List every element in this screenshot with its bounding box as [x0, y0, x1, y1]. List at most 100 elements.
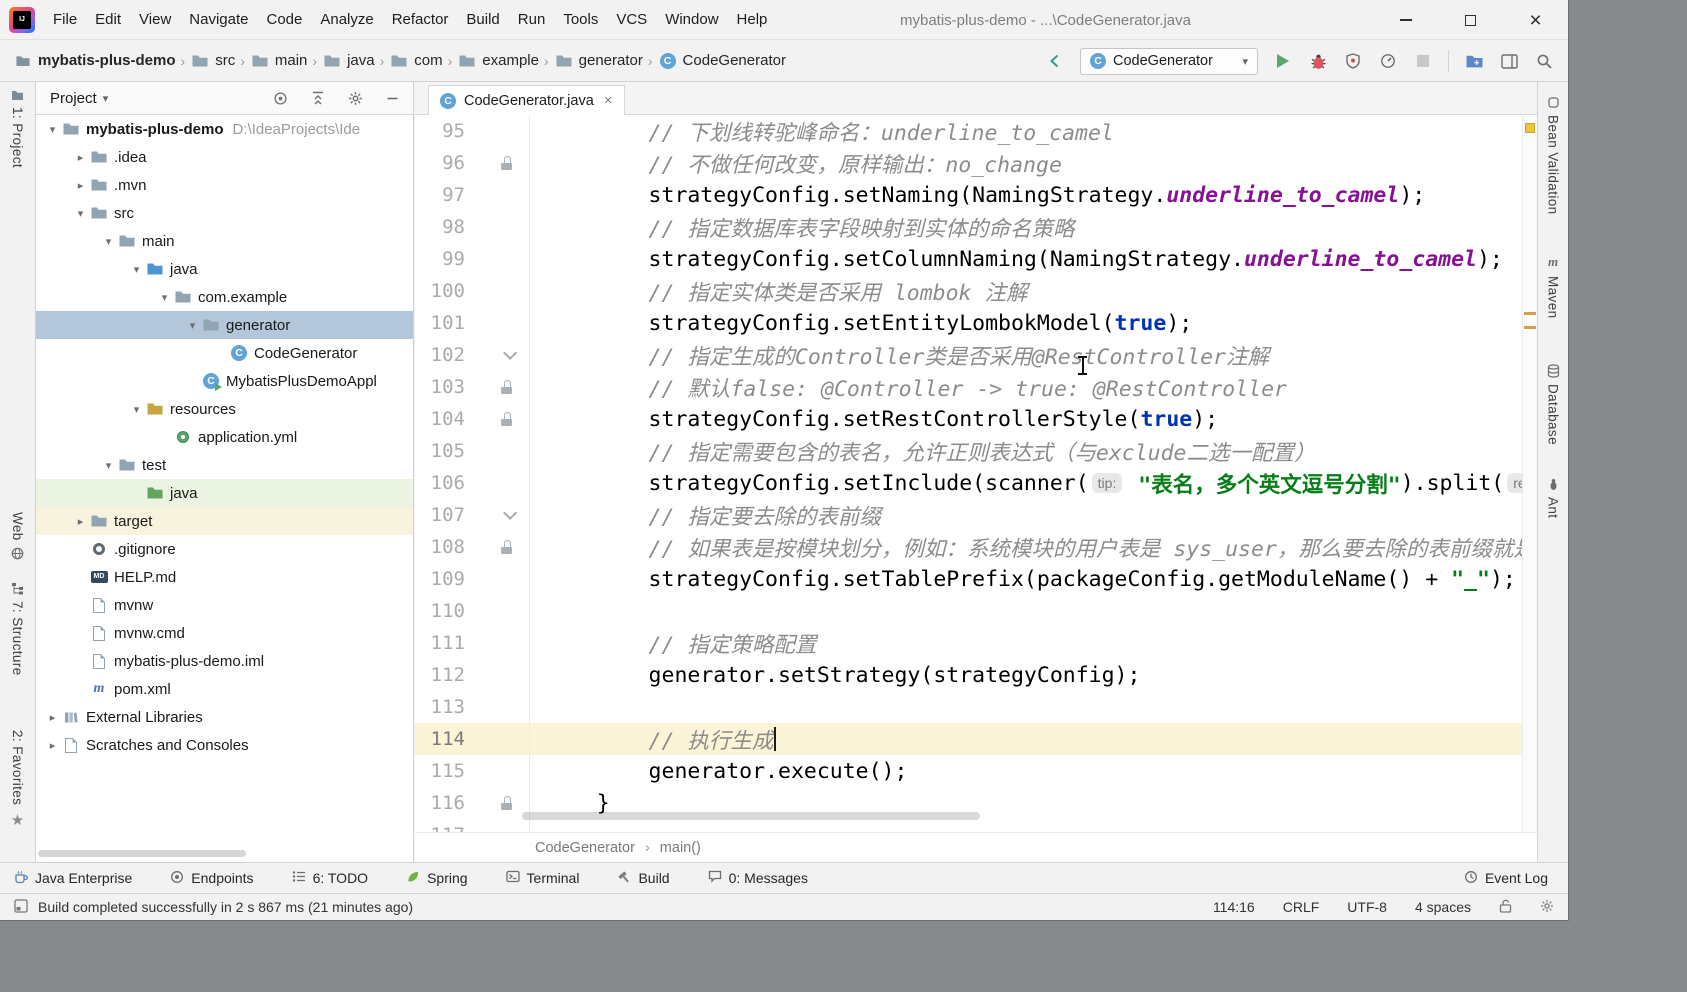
- toolwindow-spring-button[interactable]: Spring: [406, 870, 467, 887]
- toolwindow-favorites-button[interactable]: 2: Favorites ★: [0, 730, 35, 829]
- chevron-collapsed-icon[interactable]: ▸: [44, 711, 61, 724]
- toolwindow-database-button[interactable]: Database: [1538, 364, 1568, 445]
- tree-item-idea[interactable]: ▸.idea: [36, 143, 413, 171]
- chevron-expanded-icon[interactable]: ▾: [156, 291, 173, 304]
- code-line-107[interactable]: 107 // 指定要去除的表前缀: [415, 499, 1522, 531]
- chevron-expanded-icon[interactable]: ▾: [184, 319, 201, 332]
- gutter-fold-area[interactable]: [469, 156, 517, 170]
- nav-crumb-com[interactable]: com: [388, 50, 443, 71]
- menu-build[interactable]: Build: [457, 7, 508, 32]
- locate-file-icon[interactable]: [273, 91, 288, 106]
- readonly-lock-icon[interactable]: [1499, 899, 1512, 916]
- warning-mark-icon[interactable]: [1524, 312, 1536, 315]
- run-configuration-select[interactable]: C CodeGenerator ▾: [1080, 48, 1258, 75]
- gutter-fold-area[interactable]: [469, 510, 517, 520]
- toolwindow-endpoints-button[interactable]: Endpoints: [170, 870, 253, 887]
- breadcrumb-class[interactable]: CodeGenerator: [535, 840, 635, 856]
- code-line-95[interactable]: 95 // 下划线转驼峰命名：underline_to_camel: [415, 115, 1522, 147]
- chevron-expanded-icon[interactable]: ▾: [128, 403, 145, 416]
- chevron-expanded-icon[interactable]: ▾: [100, 235, 117, 248]
- menu-help[interactable]: Help: [728, 7, 777, 32]
- tree-item-resources[interactable]: ▾resources: [36, 395, 413, 423]
- breadcrumb-method[interactable]: main(): [660, 840, 701, 856]
- menu-analyze[interactable]: Analyze: [311, 7, 382, 32]
- editor-horizontal-scrollbar[interactable]: [522, 812, 980, 820]
- coverage-button[interactable]: [1343, 51, 1363, 71]
- toolwindow-ant-button[interactable]: Ant: [1538, 478, 1568, 518]
- tree-item-target[interactable]: ▸target: [36, 507, 413, 535]
- chevron-expanded-icon[interactable]: ▾: [128, 263, 145, 276]
- toolwindow-bean-validation-button[interactable]: Bean Validation: [1538, 96, 1568, 215]
- tree-item-external-libraries[interactable]: ▸External Libraries: [36, 703, 413, 731]
- toolwindow-build-button[interactable]: Build: [617, 870, 669, 887]
- chevron-collapsed-icon[interactable]: ▸: [44, 739, 61, 752]
- menu-file[interactable]: File: [44, 7, 86, 32]
- toolwindow-messages-button[interactable]: 0: Messages: [708, 870, 808, 886]
- nav-crumb-example[interactable]: example: [456, 50, 540, 71]
- menu-view[interactable]: View: [130, 7, 180, 32]
- line-ending-widget[interactable]: CRLF: [1283, 899, 1320, 915]
- gutter-fold-area[interactable]: [469, 540, 517, 554]
- menu-edit[interactable]: Edit: [86, 7, 130, 32]
- chevron-expanded-icon[interactable]: ▾: [100, 459, 117, 472]
- code-line-98[interactable]: 98 // 指定数据库表字段映射到实体的命名策略: [415, 211, 1522, 243]
- code-line-106[interactable]: 106 strategyConfig.setInclude(scanner(ti…: [415, 467, 1522, 499]
- menu-code[interactable]: Code: [257, 7, 311, 32]
- code-line-111[interactable]: 111 // 指定策略配置: [415, 627, 1522, 659]
- collapse-all-icon[interactable]: [311, 91, 325, 105]
- code-line-97[interactable]: 97 strategyConfig.setNaming(NamingStrate…: [415, 179, 1522, 211]
- nav-crumb-java[interactable]: java: [321, 50, 376, 71]
- settings-gear-icon[interactable]: [348, 91, 363, 106]
- project-panel-title[interactable]: Project: [50, 90, 97, 107]
- toolwindow-maven-button[interactable]: m Maven: [1538, 254, 1568, 319]
- nav-crumb-codegenerator[interactable]: CCodeGenerator: [657, 50, 787, 71]
- code-line-109[interactable]: 109 strategyConfig.setTablePrefix(packag…: [415, 563, 1522, 595]
- settings-gear-icon[interactable]: [1540, 899, 1554, 916]
- menu-refactor[interactable]: Refactor: [383, 7, 458, 32]
- search-everywhere-icon[interactable]: [1534, 51, 1554, 71]
- run-button[interactable]: [1273, 51, 1293, 71]
- code-line-100[interactable]: 100 // 指定实体类是否采用 lombok 注解: [415, 275, 1522, 307]
- tree-item-mybatis-plus-demo-iml[interactable]: mybatis-plus-demo.iml: [36, 647, 413, 675]
- code-line-99[interactable]: 99 strategyConfig.setColumnNaming(Naming…: [415, 243, 1522, 275]
- close-tab-icon[interactable]: ×: [604, 92, 613, 109]
- code-line-117[interactable]: 117: [415, 819, 1522, 832]
- editor-tab-codegenerator[interactable]: C CodeGenerator.java ×: [428, 85, 625, 115]
- tree-item-mybatis-plus-demo[interactable]: ▾mybatis-plus-demoD:\IdeaProjects\Ide: [36, 115, 413, 143]
- nav-crumb-generator[interactable]: generator: [553, 50, 644, 71]
- stop-button[interactable]: [1413, 51, 1433, 71]
- encoding-widget[interactable]: UTF-8: [1347, 899, 1387, 915]
- tree-item-test[interactable]: ▾test: [36, 451, 413, 479]
- tree-item-scratches-and-consoles[interactable]: ▸Scratches and Consoles: [36, 731, 413, 759]
- status-message[interactable]: Build completed successfully in 2 s 867 …: [38, 899, 413, 915]
- code-line-108[interactable]: 108 // 如果表是按模块划分，例如：系统模块的用户表是 sys_user，那…: [415, 531, 1522, 563]
- tree-item-mybatisplusdemoappl[interactable]: CMybatisPlusDemoAppl: [36, 367, 413, 395]
- toolwindow-switcher-icon[interactable]: [14, 899, 28, 916]
- toolwindow-project-button[interactable]: 1: Project: [0, 90, 35, 168]
- gutter-fold-area[interactable]: [469, 412, 517, 426]
- chevron-down-icon[interactable]: ▾: [103, 92, 109, 105]
- fold-chevron-icon[interactable]: [503, 346, 517, 360]
- error-stripe[interactable]: [1522, 115, 1537, 832]
- nav-crumb-mybatis-plus-demo[interactable]: mybatis-plus-demo: [12, 50, 177, 71]
- tree-item-mvnw[interactable]: mvnw: [36, 591, 413, 619]
- menu-window[interactable]: Window: [656, 7, 727, 32]
- chevron-expanded-icon[interactable]: ▾: [44, 123, 61, 136]
- fold-chevron-icon[interactable]: [503, 506, 517, 520]
- menu-navigate[interactable]: Navigate: [180, 7, 257, 32]
- code-line-105[interactable]: 105 // 指定需要包含的表名，允许正则表达式（与exclude二选一配置）: [415, 435, 1522, 467]
- code-line-114[interactable]: 114 // 执行生成: [415, 723, 1522, 755]
- warning-mark-icon[interactable]: [1524, 326, 1536, 329]
- tree-item-pom-xml[interactable]: mpom.xml: [36, 675, 413, 703]
- gutter-fold-area[interactable]: [469, 380, 517, 394]
- toolwindow-java-enterprise-button[interactable]: Java Enterprise: [14, 870, 132, 887]
- code-editor[interactable]: 95 // 下划线转驼峰命名：underline_to_camel96 // 不…: [415, 115, 1522, 832]
- toolwindow-terminal-button[interactable]: Terminal: [506, 870, 580, 886]
- toolwindow-structure-button[interactable]: 7: Structure: [0, 582, 35, 676]
- close-button[interactable]: ×: [1503, 0, 1568, 40]
- nav-crumb-src[interactable]: src: [189, 50, 236, 71]
- tree-item-help-md[interactable]: MDHELP.md: [36, 563, 413, 591]
- chevron-collapsed-icon[interactable]: ▸: [72, 515, 89, 528]
- event-log-button[interactable]: Event Log: [1464, 870, 1548, 887]
- toolwindow-todo-button[interactable]: 6: TODO: [292, 870, 369, 886]
